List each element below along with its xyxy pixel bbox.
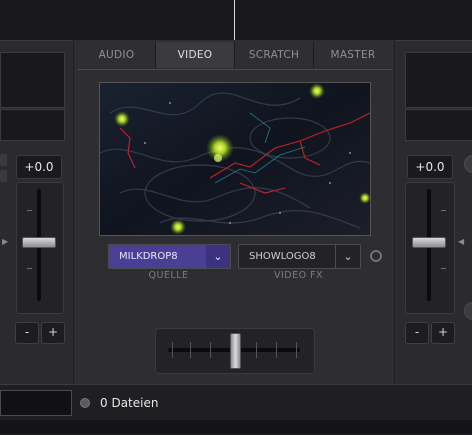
chevron-down-icon[interactable]: ⌄ — [205, 245, 230, 268]
right-minus-button[interactable]: - — [405, 322, 429, 344]
crossfader-tick — [276, 342, 277, 358]
tab-divider — [78, 69, 392, 70]
right-deck-subdisplay — [405, 109, 472, 141]
fader-tick — [441, 268, 446, 269]
video-preview — [99, 82, 371, 236]
chevron-down-icon[interactable]: ⌄ — [335, 245, 360, 268]
right-volume-fader-handle[interactable] — [412, 237, 446, 248]
video-source-caption: QUELLE — [148, 270, 189, 281]
tab-video[interactable]: VIDEO — [156, 42, 235, 68]
right-gain-readout: +0.0 — [407, 155, 453, 179]
fader-tick — [27, 210, 32, 211]
video-frame-graphic — [100, 83, 370, 235]
left-deck-mini-button[interactable] — [0, 170, 7, 182]
video-fx-value: SHOWLOGO8 — [249, 251, 316, 262]
search-input[interactable] — [0, 390, 72, 416]
crossfader-tick — [190, 342, 191, 358]
crossfader-tick — [256, 342, 257, 358]
playhead-line — [234, 0, 235, 40]
fader-tick — [27, 268, 32, 269]
arrow-right-icon: ▶ — [2, 237, 9, 246]
disc-icon — [80, 398, 90, 408]
arrow-left-icon: ◀ — [458, 237, 465, 246]
video-source-dropdown[interactable]: MILKDROP8 ⌄ — [108, 244, 231, 269]
video-fx-caption: VIDEO FX — [273, 270, 324, 281]
left-gain-readout: +0.0 — [16, 155, 62, 179]
tab-master[interactable]: MASTER — [314, 42, 392, 68]
right-deck-display — [405, 52, 472, 108]
video-crossfader-handle[interactable] — [230, 333, 241, 369]
tab-scratch[interactable]: SCRATCH — [235, 42, 314, 68]
gear-icon[interactable] — [370, 250, 382, 262]
mixer-tabs: AUDIO VIDEO SCRATCH MASTER — [74, 42, 394, 70]
top-bar — [0, 0, 472, 40]
left-deck-subdisplay — [0, 109, 65, 141]
file-count-label: 0 Dateien — [100, 396, 159, 410]
left-volume-fader-handle[interactable] — [22, 237, 56, 248]
tab-audio[interactable]: AUDIO — [78, 42, 156, 68]
left-minus-button[interactable]: - — [15, 322, 39, 344]
left-plus-button[interactable]: + — [41, 322, 65, 344]
crossfader-tick — [296, 342, 297, 358]
video-fx-dropdown[interactable]: SHOWLOGO8 ⌄ — [238, 244, 361, 269]
crossfader-tick — [210, 342, 211, 358]
left-deck-mini-button[interactable] — [0, 154, 7, 166]
right-plus-button[interactable]: + — [431, 322, 455, 344]
browser-list-area — [0, 420, 472, 434]
crossfader-tick — [172, 342, 173, 358]
fader-tick — [441, 210, 446, 211]
video-source-value: MILKDROP8 — [119, 251, 178, 262]
left-deck-display — [0, 52, 65, 108]
